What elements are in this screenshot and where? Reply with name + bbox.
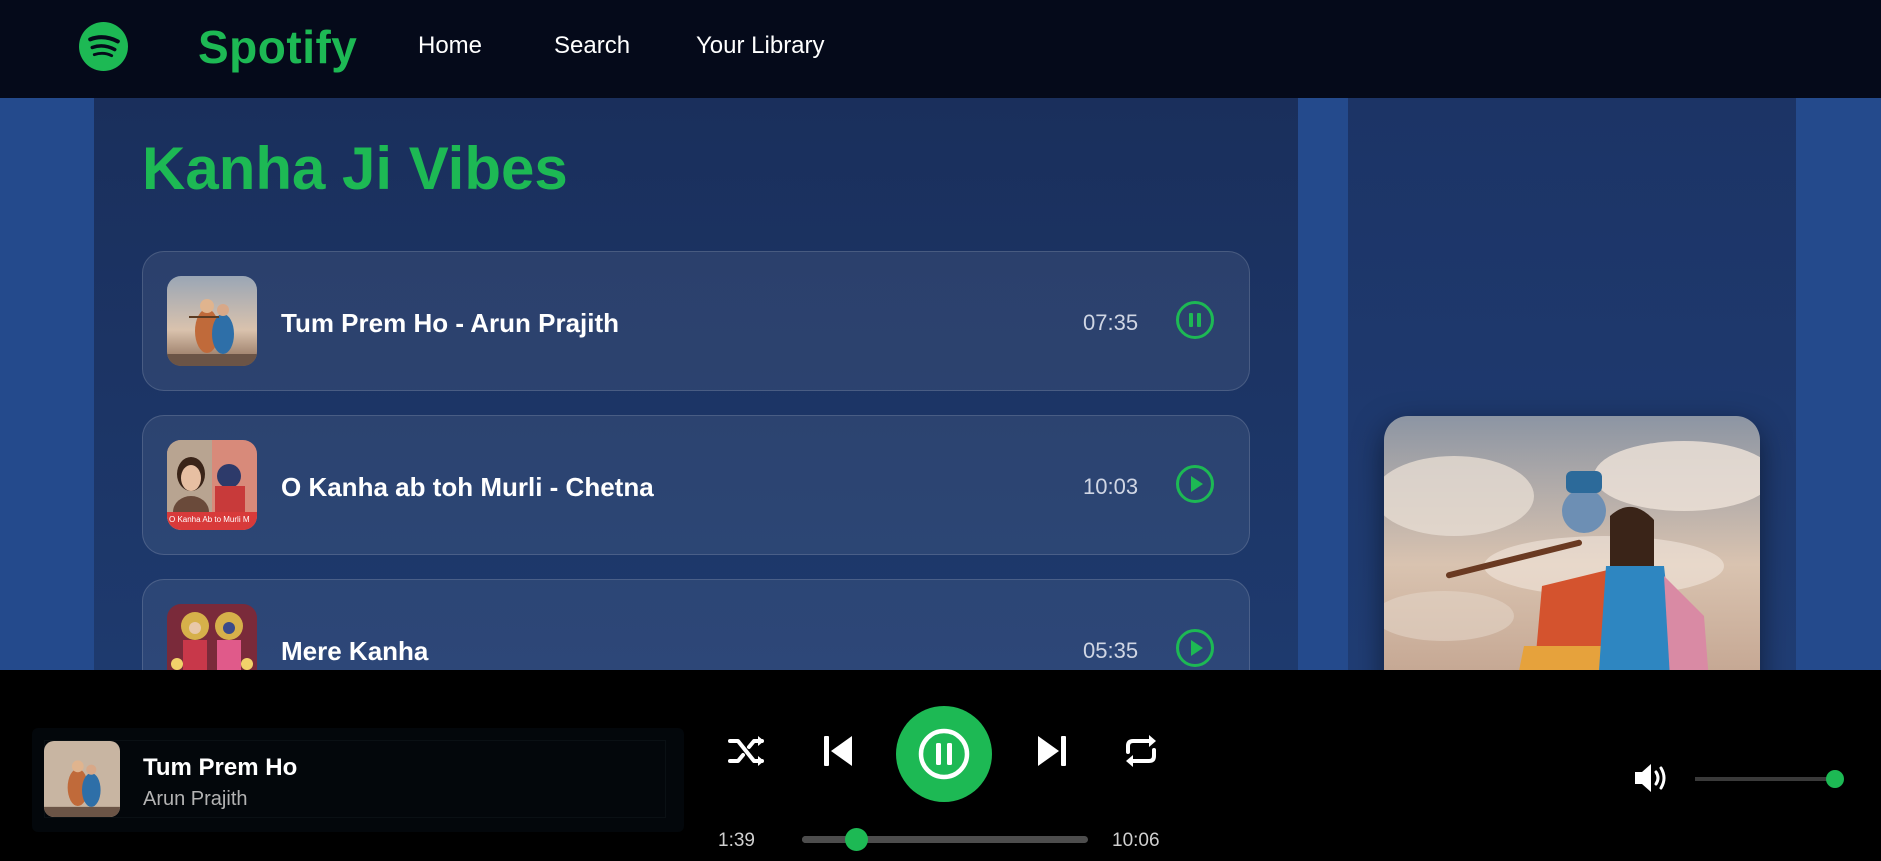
cover-panel [1348, 98, 1796, 670]
now-playing-frame [44, 740, 666, 818]
pause-icon[interactable] [1175, 300, 1215, 340]
volume-fill [1695, 777, 1835, 781]
song-duration: 07:35 [1083, 310, 1139, 335]
now-playing-artist: Arun Prajith [143, 788, 248, 810]
song-thumbnail [167, 276, 257, 366]
song-title: Tum Prem Ho - Arun Prajith [281, 308, 620, 338]
previous-track-icon[interactable] [820, 730, 856, 772]
song-thumbnail [167, 604, 257, 670]
song-duration: 10:03 [1083, 474, 1139, 499]
next-track-icon[interactable] [1034, 730, 1070, 772]
song-title: O Kanha ab toh Murli - Chetna [281, 472, 654, 502]
song-card[interactable]: O Kanha Ab to Murli M O Kanha ab toh Mur… [142, 415, 1250, 555]
song-card[interactable]: Tum Prem Ho - Arun Prajith 07:35 [142, 251, 1250, 391]
repeat-icon[interactable] [1120, 730, 1162, 772]
nav-library-link[interactable]: Your Library [696, 32, 825, 60]
thumb-caption: O Kanha Ab to Murli M [169, 515, 250, 524]
song-thumbnail: O Kanha Ab to Murli M [167, 440, 257, 530]
now-playing-card: Tum Prem Ho Arun Prajith [32, 728, 684, 832]
spotify-logo-icon[interactable] [79, 22, 128, 71]
song-card[interactable]: Mere Kanha 05:35 [142, 579, 1250, 670]
album-cover-image [1384, 416, 1760, 670]
now-playing-title: Tum Prem Ho [143, 754, 298, 781]
playlist-title: Kanha Ji Vibes [142, 135, 568, 202]
shuffle-icon[interactable] [726, 730, 768, 772]
nav-home-link[interactable]: Home [418, 32, 482, 60]
volume-slider[interactable] [1695, 770, 1844, 788]
top-nav: Spotify Home Search Your Library [0, 0, 1881, 98]
player-bar: Tum Prem Ho Arun Prajith 1:39 10:06 [0, 670, 1881, 861]
playlist-panel: Kanha Ji Vibes Tum Prem Ho - Arun Prajit… [94, 98, 1298, 670]
nav-search-link[interactable]: Search [554, 32, 630, 60]
play-pause-button[interactable] [896, 706, 992, 802]
volume-handle[interactable] [1826, 770, 1844, 788]
volume-icon[interactable] [1632, 760, 1672, 796]
progress-bar[interactable] [802, 828, 1088, 851]
progress-handle[interactable] [845, 828, 869, 851]
song-title: Mere Kanha [281, 636, 429, 666]
play-icon[interactable] [1175, 464, 1215, 504]
song-duration: 05:35 [1083, 638, 1139, 663]
current-time: 1:39 [718, 830, 755, 851]
brand-name[interactable]: Spotify [198, 20, 357, 74]
total-time: 10:06 [1112, 830, 1160, 851]
pause-icon [918, 728, 970, 780]
now-playing-thumbnail [44, 741, 120, 817]
play-icon[interactable] [1175, 628, 1215, 668]
